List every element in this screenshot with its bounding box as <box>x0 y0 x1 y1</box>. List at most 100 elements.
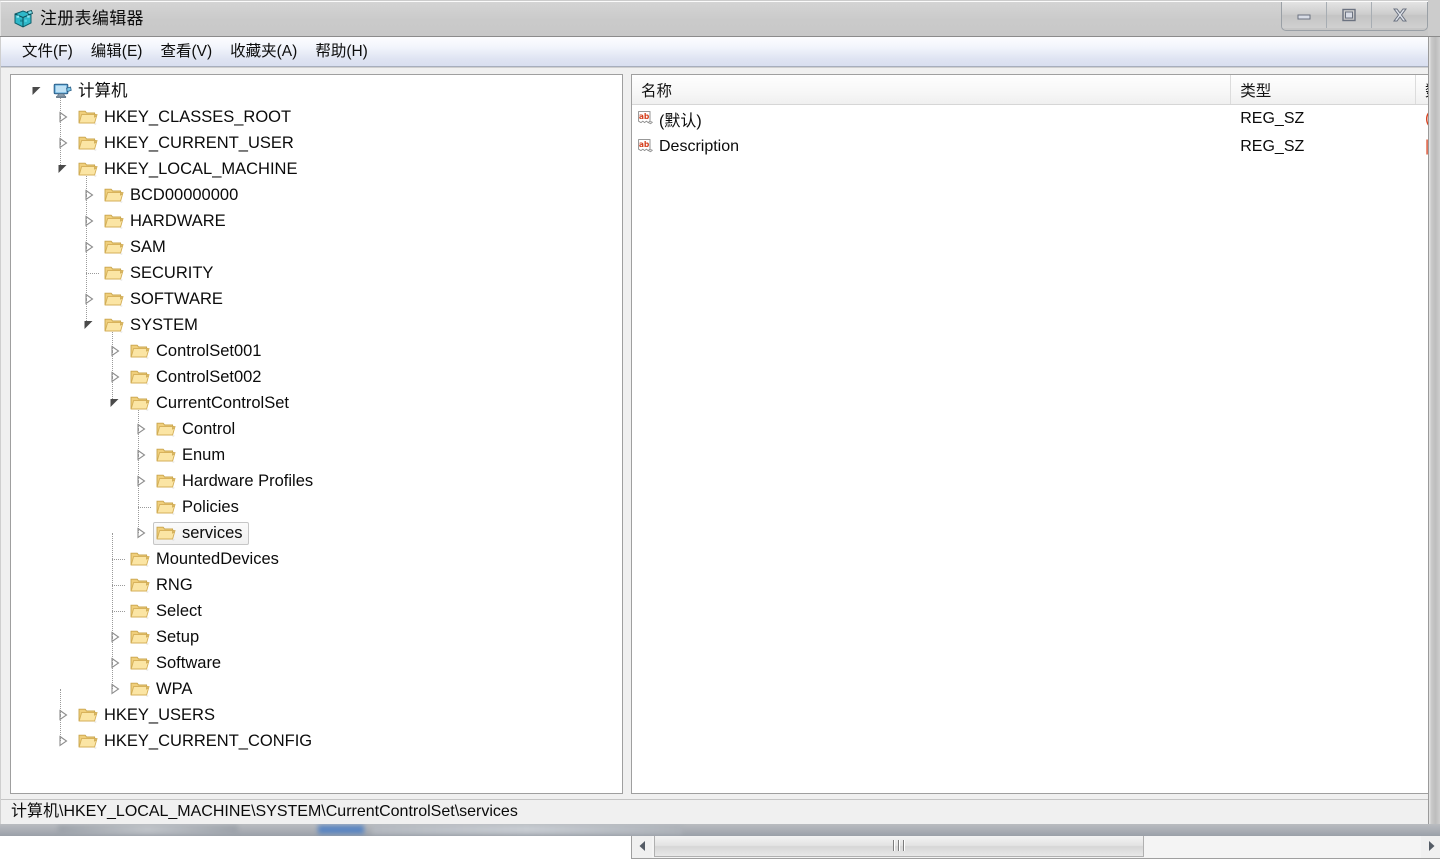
expand-triangle-icon[interactable] <box>55 733 71 749</box>
tree-node[interactable]: SECURITY <box>11 260 622 286</box>
values-horizontal-scrollbar[interactable] <box>631 833 1440 859</box>
tree-node-selected[interactable]: services <box>153 521 249 545</box>
menu-view[interactable]: 查看(V) <box>151 40 221 64</box>
tree-node-label-wrap[interactable]: BCD00000000 <box>101 184 244 207</box>
tree-node[interactable]: ControlSet001 <box>11 338 622 364</box>
tree-node[interactable]: Hardware Profiles <box>11 468 622 494</box>
tree-node-label-wrap[interactable]: 计算机 <box>49 80 134 103</box>
expand-triangle-icon[interactable] <box>107 655 123 671</box>
expand-triangle-icon[interactable] <box>81 239 97 255</box>
expand-triangle-icon[interactable] <box>81 187 97 203</box>
tree-node[interactable]: SAM <box>11 234 622 260</box>
value-row[interactable]: ab(默认)REG_SZ( <box>632 105 1440 133</box>
column-header-name[interactable]: 名称 <box>632 75 1232 104</box>
maximize-button[interactable] <box>1327 2 1372 28</box>
tree-node[interactable]: Setup <box>11 624 622 650</box>
tree-node[interactable]: HKEY_CLASSES_ROOT <box>11 104 622 130</box>
tree-node[interactable]: HARDWARE <box>11 208 622 234</box>
menu-favorites[interactable]: 收藏夹(A) <box>221 40 306 64</box>
tree-node[interactable]: CurrentControlSet <box>11 390 622 416</box>
registry-values-pane[interactable]: 名称类型数据 ab(默认)REG_SZ(abDescriptionREG_SZ| <box>631 74 1440 794</box>
window-right-edge <box>1428 37 1440 824</box>
value-name-cell[interactable]: ab Description <box>632 133 1231 161</box>
collapse-triangle-icon[interactable] <box>55 161 71 177</box>
tree-node[interactable]: HKEY_LOCAL_MACHINE <box>11 156 622 182</box>
tree-node[interactable]: SYSTEM <box>11 312 622 338</box>
expand-triangle-icon[interactable] <box>81 213 97 229</box>
column-header-type[interactable]: 类型 <box>1231 75 1417 104</box>
tree-node[interactable]: Software <box>11 650 622 676</box>
tree-node[interactable]: HKEY_CURRENT_CONFIG <box>11 728 622 754</box>
titlebar-surface[interactable] <box>0 1 1428 36</box>
tree-node[interactable]: BCD00000000 <box>11 182 622 208</box>
tree-node-label-wrap[interactable]: Select <box>127 600 208 623</box>
tree-node-label-wrap[interactable]: HKEY_LOCAL_MACHINE <box>75 158 303 181</box>
tree-node[interactable]: SOFTWARE <box>11 286 622 312</box>
tree-node-label-wrap[interactable]: SAM <box>101 236 172 259</box>
expand-triangle-icon[interactable] <box>107 369 123 385</box>
value-type-cell[interactable]: REG_SZ <box>1231 133 1416 161</box>
tree-node-label-wrap[interactable]: RNG <box>127 574 199 597</box>
tree-node-label-wrap[interactable]: HKEY_USERS <box>75 704 221 727</box>
scroll-left-arrow[interactable] <box>632 834 652 858</box>
tree-node-label-wrap[interactable]: Hardware Profiles <box>153 470 319 493</box>
tree-node[interactable]: WPA <box>11 676 622 702</box>
tree-node[interactable]: MountedDevices <box>11 546 622 572</box>
menu-edit[interactable]: 编辑(E) <box>82 40 152 64</box>
minimize-button[interactable] <box>1282 2 1327 28</box>
tree-node-label-wrap[interactable]: Software <box>127 652 227 675</box>
expand-triangle-icon[interactable] <box>55 707 71 723</box>
value-row[interactable]: abDescriptionREG_SZ| <box>632 133 1440 161</box>
collapse-triangle-icon[interactable] <box>29 83 45 99</box>
tree-node-label-wrap[interactable]: Control <box>153 418 241 441</box>
expand-triangle-icon[interactable] <box>107 681 123 697</box>
close-button[interactable] <box>1372 2 1427 28</box>
expand-triangle-icon[interactable] <box>55 135 71 151</box>
tree-node[interactable]: RNG <box>11 572 622 598</box>
tree-node[interactable]: Policies <box>11 494 622 520</box>
tree-node-label-wrap[interactable]: MountedDevices <box>127 548 285 571</box>
expand-triangle-icon[interactable] <box>81 291 97 307</box>
collapse-triangle-icon[interactable] <box>107 395 123 411</box>
value-name-cell[interactable]: ab (默认) <box>632 105 1231 133</box>
expand-triangle-icon[interactable] <box>107 629 123 645</box>
tree-node-label-wrap[interactable]: SOFTWARE <box>101 288 229 311</box>
tree-node-label-wrap[interactable]: Enum <box>153 444 231 467</box>
tree-node[interactable]: HKEY_USERS <box>11 702 622 728</box>
expand-triangle-icon[interactable] <box>107 343 123 359</box>
value-type-cell[interactable]: REG_SZ <box>1231 105 1416 133</box>
tree-node-label-wrap[interactable]: HKEY_CURRENT_USER <box>75 132 300 155</box>
tree-node-label-wrap[interactable]: ControlSet001 <box>127 340 268 363</box>
tree-node-label-wrap[interactable]: HARDWARE <box>101 210 232 233</box>
menu-file[interactable]: 文件(F) <box>13 40 82 64</box>
tree-node[interactable]: services <box>11 520 622 546</box>
expand-triangle-icon[interactable] <box>55 109 71 125</box>
tree-node[interactable]: ControlSet002 <box>11 364 622 390</box>
registry-tree-pane[interactable]: 计算机 HKEY_CLASSES_ROOT HKEY_CURRENT_USER HKE… <box>10 74 623 794</box>
horizontal-scroll-thumb[interactable] <box>654 834 1144 857</box>
tree-node[interactable]: Select <box>11 598 622 624</box>
tree-node[interactable]: Control <box>11 416 622 442</box>
collapse-triangle-icon[interactable] <box>81 317 97 333</box>
tree-node-label-wrap[interactable]: SECURITY <box>101 262 219 285</box>
tree-node[interactable]: HKEY_CURRENT_USER <box>11 130 622 156</box>
expand-triangle-icon[interactable] <box>133 473 149 489</box>
tree-node-label-wrap[interactable]: ControlSet002 <box>127 366 268 389</box>
tree-node[interactable]: Enum <box>11 442 622 468</box>
tree-node[interactable]: 计算机 <box>11 78 622 104</box>
menu-help[interactable]: 帮助(H) <box>306 40 377 64</box>
expand-triangle-icon[interactable] <box>133 525 149 541</box>
folder-icon <box>156 420 176 438</box>
tree-node-label-wrap[interactable]: Policies <box>153 496 245 519</box>
tree-node-label-wrap[interactable]: Setup <box>127 626 205 649</box>
tree-node-label-wrap[interactable]: HKEY_CLASSES_ROOT <box>75 106 297 129</box>
tree-node-label-wrap[interactable]: WPA <box>127 678 198 701</box>
desktop-taskbar <box>0 824 1440 836</box>
tree-node-label-wrap[interactable]: CurrentControlSet <box>127 392 295 415</box>
expand-triangle-icon[interactable] <box>133 447 149 463</box>
expand-triangle-icon[interactable] <box>133 421 149 437</box>
tree-node-label-wrap[interactable]: HKEY_CURRENT_CONFIG <box>75 730 318 753</box>
scrollbar-track[interactable] <box>652 833 1421 858</box>
tree-node-label-wrap[interactable]: SYSTEM <box>101 314 204 337</box>
scroll-right-arrow[interactable] <box>1421 834 1440 858</box>
